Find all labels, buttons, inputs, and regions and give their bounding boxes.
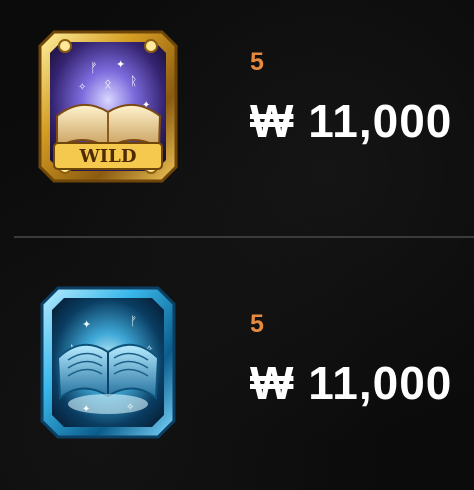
paytable-panel: ᚠ ✦ ᚱ ✧ ᛟ ✦ WILD 5 ₩ 11,000 ✦ ᚠ ✧ ✦ ✧ 5 … [0, 0, 474, 490]
svg-text:✦: ✦ [82, 404, 90, 415]
symbol-payout: ₩ 11,000 [250, 357, 453, 409]
svg-text:ᚠ: ᚠ [90, 61, 98, 76]
svg-text:ᚠ: ᚠ [130, 314, 137, 328]
svg-text:✦: ✦ [82, 318, 91, 331]
row-divider [14, 236, 474, 238]
svg-text:✧: ✧ [126, 402, 134, 413]
symbol-payout: ₩ 11,000 [250, 95, 453, 147]
svg-text:ᚱ: ᚱ [130, 74, 137, 88]
wild-symbol-text: WILD [79, 146, 137, 167]
svg-text:✦: ✦ [116, 58, 125, 71]
paytable-row-wild: ᚠ ✦ ᚱ ✧ ᛟ ✦ WILD 5 ₩ 11,000 [0, 10, 474, 230]
paytable-row-scatter: ✦ ᚠ ✧ ᚱ ✦ ✧ 5 ₩ 11,000 [0, 262, 474, 482]
scatter-spellbook-icon: ✦ ᚠ ✧ ᚱ ✦ ✧ [34, 280, 182, 445]
svg-text:✧: ✧ [78, 82, 86, 93]
wild-spellbook-icon: ᚠ ✦ ᚱ ✧ ᛟ ✦ WILD [34, 24, 182, 189]
svg-text:ᛟ: ᛟ [104, 77, 112, 92]
symbol-count: 5 [250, 48, 265, 76]
symbol-count: 5 [250, 310, 265, 338]
